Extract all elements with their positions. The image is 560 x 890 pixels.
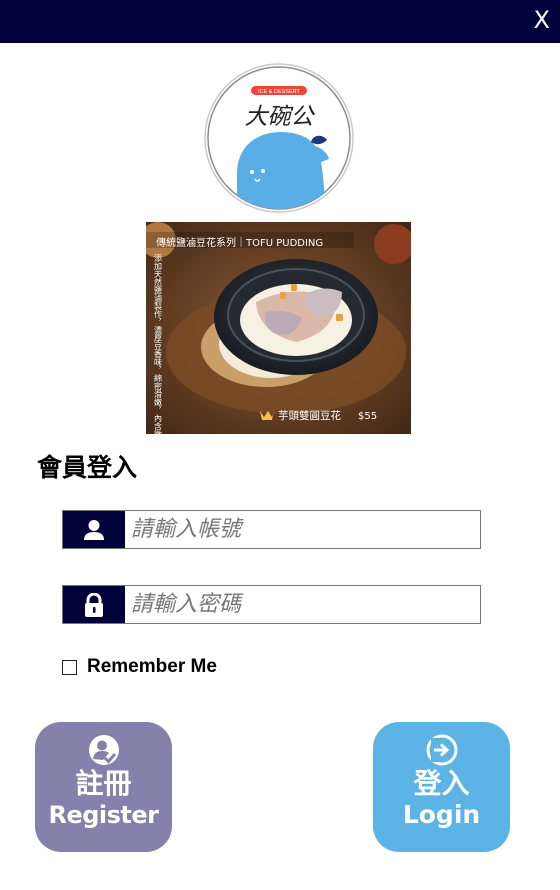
brand-logo: ICE & DESSERT 大碗公 (204, 63, 354, 213)
register-label-en: Register (48, 801, 159, 829)
logo-brand-name: 大碗公 (245, 104, 316, 130)
login-button[interactable]: 登入 Login (373, 722, 510, 852)
user-icon (63, 511, 125, 548)
banner-description: 添加天然鹽滷製作，濃厚豆香味，綿密滑嫩，內含微量元素 (154, 254, 163, 434)
login-label-zh: 登入 (413, 767, 470, 800)
remember-me[interactable]: Remember Me (62, 656, 217, 678)
password-field (62, 585, 481, 624)
logo-badge-text: ICE & DESSERT (258, 89, 300, 95)
banner-price: $55 (358, 411, 377, 422)
login-label-en: Login (402, 800, 481, 829)
register-label-zh: 註冊 (75, 767, 132, 800)
lock-icon (63, 586, 125, 623)
promo-banner: 傳統鹽滷豆花系列｜TOFU PUDDING 添加天然鹽滷製作，濃厚豆香味，綿密滑… (146, 222, 411, 434)
close-button[interactable]: X (534, 6, 550, 34)
banner-series-title: 傳統鹽滷豆花系列｜TOFU PUDDING (156, 236, 323, 249)
register-button[interactable]: 註冊 Register (35, 722, 172, 852)
username-field (62, 510, 481, 549)
remember-checkbox[interactable] (62, 659, 77, 675)
remember-label: Remember Me (87, 656, 217, 677)
sign-in-icon (426, 734, 457, 766)
top-bar: X (0, 0, 560, 43)
password-input[interactable] (125, 586, 480, 623)
page-title: 會員登入 (37, 453, 138, 482)
banner-product-name: 芋頭雙圓豆花 (278, 409, 341, 422)
user-check-icon (88, 735, 119, 765)
username-input[interactable] (125, 511, 480, 548)
